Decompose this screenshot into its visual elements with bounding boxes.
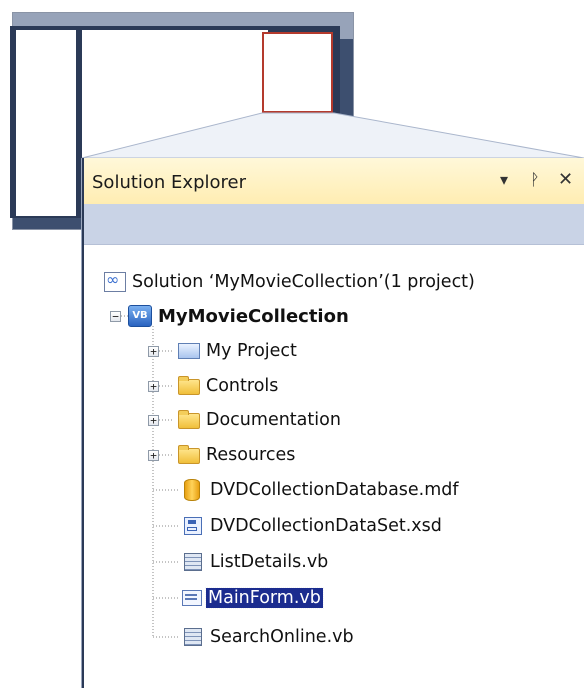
expand-icon[interactable]: + bbox=[148, 450, 159, 461]
solution-icon bbox=[104, 270, 126, 292]
tree-node-label: Controls bbox=[206, 376, 279, 396]
tree-node-label: My Project bbox=[206, 341, 297, 361]
solution-tree: Solution ‘MyMovieCollection’(1 project) … bbox=[84, 244, 584, 688]
pin-icon[interactable]: ᚹ bbox=[530, 170, 540, 189]
close-icon[interactable]: ✕ bbox=[558, 169, 573, 190]
tree-node-dataset-file[interactable]: DVDCollectionDataSet.xsd bbox=[184, 514, 442, 538]
tree-node-resources[interactable]: Resources bbox=[178, 443, 295, 467]
dropdown-arrow-icon[interactable]: ▾ bbox=[500, 170, 508, 189]
dataset-icon bbox=[184, 517, 202, 535]
solution-explorer-panel: Solution Explorer ▾ ᚹ ✕ Solutio bbox=[82, 158, 584, 688]
thumbnail-left-pane bbox=[16, 30, 76, 216]
panel-title: Solution Explorer bbox=[92, 172, 246, 193]
database-icon bbox=[184, 479, 200, 501]
tree-node-solution[interactable]: Solution ‘MyMovieCollection’(1 project) bbox=[104, 270, 475, 294]
tree-node-mainform-file[interactable]: MainForm.vb bbox=[182, 586, 324, 610]
tree-node-listdetails-file[interactable]: ListDetails.vb bbox=[184, 550, 328, 574]
expand-icon[interactable]: + bbox=[148, 346, 159, 357]
folder-icon bbox=[178, 376, 200, 395]
tree-node-label: Resources bbox=[206, 445, 296, 465]
tree-node-searchonline-file[interactable]: SearchOnline.vb bbox=[184, 625, 354, 649]
tree-node-label: DVDCollectionDataSet.xsd bbox=[210, 516, 442, 536]
tree-node-project[interactable]: VB MyMovieCollection bbox=[128, 304, 349, 328]
tree-node-database-file[interactable]: DVDCollectionDatabase.mdf bbox=[184, 478, 459, 502]
thumbnail-highlighted-pane bbox=[262, 32, 333, 113]
tree-node-label: SearchOnline.vb bbox=[210, 627, 354, 647]
tree-node-label: Documentation bbox=[206, 410, 341, 430]
my-project-icon bbox=[178, 343, 200, 359]
panel-toolbar bbox=[84, 204, 584, 245]
folder-icon bbox=[178, 410, 200, 429]
vb-file-icon bbox=[184, 628, 202, 646]
expand-icon[interactable]: + bbox=[148, 415, 159, 426]
tree-node-my-project[interactable]: My Project bbox=[178, 339, 297, 363]
panel-titlebar: Solution Explorer ▾ ᚹ ✕ bbox=[84, 158, 584, 205]
expand-icon[interactable]: + bbox=[148, 381, 159, 392]
tree-node-documentation[interactable]: Documentation bbox=[178, 408, 341, 432]
tree-node-label: ListDetails.vb bbox=[210, 552, 329, 572]
collapse-icon[interactable]: − bbox=[110, 311, 121, 322]
project-label: MyMovieCollection bbox=[158, 305, 349, 327]
tree-node-label-selected: MainForm.vb bbox=[205, 587, 324, 609]
solution-label: Solution ‘MyMovieCollection’(1 project) bbox=[132, 272, 475, 292]
folder-icon bbox=[178, 445, 200, 464]
tree-node-label: DVDCollectionDatabase.mdf bbox=[210, 480, 459, 500]
vb-file-icon bbox=[184, 553, 202, 571]
form-icon bbox=[182, 590, 202, 606]
vb-project-icon: VB bbox=[128, 305, 152, 327]
tree-node-controls[interactable]: Controls bbox=[178, 374, 278, 398]
